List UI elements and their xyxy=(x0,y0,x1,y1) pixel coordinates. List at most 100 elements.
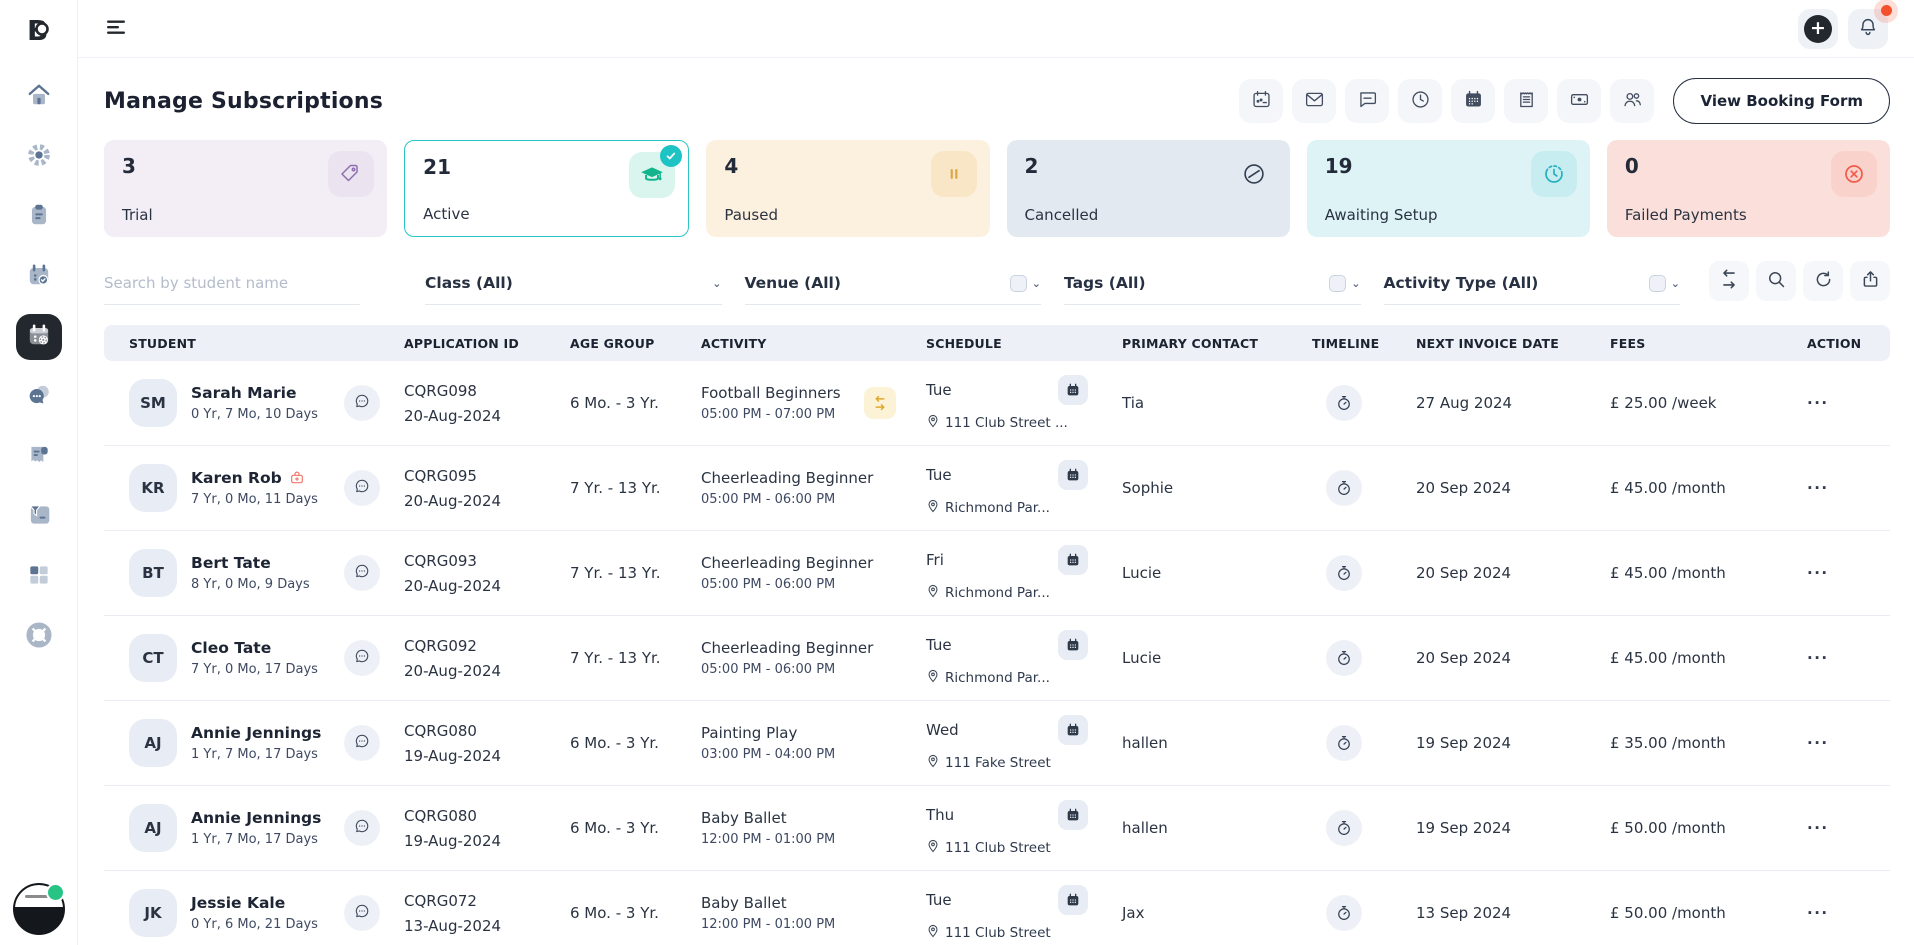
swap-columns-button[interactable] xyxy=(1709,261,1749,301)
row-actions-button[interactable]: ··· xyxy=(1748,649,1890,667)
message-button[interactable] xyxy=(1345,79,1389,123)
sidebar-item-messages[interactable] xyxy=(16,374,62,420)
activity-cell: Painting Play 03:00 PM - 04:00 PM xyxy=(698,724,926,762)
col-application-id: APPLICATION ID xyxy=(400,336,568,351)
location-pin-icon xyxy=(926,839,940,857)
search-button[interactable] xyxy=(1756,261,1796,301)
export-icon xyxy=(1860,269,1881,294)
calendar-button[interactable] xyxy=(1058,630,1088,660)
stat-card-failed-payments[interactable]: 0 Failed Payments xyxy=(1607,140,1890,237)
timeline-button[interactable] xyxy=(1326,470,1362,506)
application-id-cell: CQRG095 20-Aug-2024 xyxy=(400,467,568,510)
cash-payment-button[interactable] xyxy=(1557,79,1601,123)
add-button[interactable]: + xyxy=(1798,9,1838,49)
next-invoice-date-cell: 13 Sep 2024 xyxy=(1398,904,1580,922)
refresh-button[interactable] xyxy=(1803,261,1843,301)
awaiting-label: Awaiting Setup xyxy=(1325,206,1438,224)
calendar-button[interactable] xyxy=(1058,800,1088,830)
timeline-button[interactable] xyxy=(1326,385,1362,421)
row-actions-button[interactable]: ··· xyxy=(1748,394,1890,412)
sidebar-item-reports[interactable] xyxy=(16,494,62,540)
invoice-list-button[interactable] xyxy=(1504,79,1548,123)
calendar-button[interactable] xyxy=(1058,545,1088,575)
activity-type-filter[interactable]: Activity Type (All) ⌄ xyxy=(1384,274,1681,305)
chat-bubble-icon xyxy=(353,562,371,584)
view-booking-form-button[interactable]: View Booking Form xyxy=(1673,78,1890,124)
workspace-avatar[interactable] xyxy=(13,883,65,935)
export-button[interactable] xyxy=(1850,261,1890,301)
chat-button[interactable] xyxy=(344,640,380,676)
chat-bubble-icon xyxy=(353,902,371,924)
sidebar-item-home[interactable] xyxy=(16,74,62,120)
row-actions-button[interactable]: ··· xyxy=(1748,904,1890,922)
schedule-day: Tue xyxy=(926,381,952,399)
notifications-button[interactable] xyxy=(1848,9,1888,49)
next-invoice-date-cell: 19 Sep 2024 xyxy=(1398,734,1580,752)
calendar-subscriptions-icon xyxy=(26,322,52,352)
chat-button[interactable] xyxy=(344,895,380,931)
booking-calendar-button[interactable] xyxy=(1239,79,1283,123)
calendar-button[interactable] xyxy=(1058,375,1088,405)
row-actions-button[interactable]: ··· xyxy=(1748,479,1890,497)
sidebar-item-settings[interactable] xyxy=(16,134,62,180)
hamburger-menu-icon[interactable] xyxy=(104,15,128,43)
sidebar-item-help[interactable] xyxy=(16,614,62,660)
chat-button[interactable] xyxy=(344,555,380,591)
tags-select-all-checkbox[interactable] xyxy=(1329,275,1346,292)
sidebar-item-forms[interactable] xyxy=(16,194,62,240)
chat-button[interactable] xyxy=(344,470,380,506)
chevron-down-icon: ⌄ xyxy=(1032,277,1041,290)
venue-filter[interactable]: Venue (All) ⌄ xyxy=(745,274,1042,305)
attendees-button[interactable] xyxy=(1610,79,1654,123)
class-filter[interactable]: Class (All) ⌄ xyxy=(425,274,722,305)
sidebar-item-subscriptions[interactable] xyxy=(16,314,62,360)
student-age: 7 Yr, 0 Mo, 11 Days xyxy=(191,492,318,507)
timeline-button[interactable] xyxy=(1326,810,1362,846)
tags-filter[interactable]: Tags (All) ⌄ xyxy=(1064,274,1361,305)
calendar-button[interactable] xyxy=(1058,885,1088,915)
calendar-grid-icon xyxy=(1463,89,1484,114)
sidebar-item-apps[interactable] xyxy=(16,554,62,600)
schedule-day: Wed xyxy=(926,721,959,739)
mail-button[interactable] xyxy=(1292,79,1336,123)
trial-label: Trial xyxy=(122,206,153,224)
stat-card-cancelled[interactable]: 2 Cancelled xyxy=(1007,140,1290,237)
timeline-button[interactable] xyxy=(1326,725,1362,761)
chat-button[interactable] xyxy=(344,810,380,846)
activity-type-select-all-checkbox[interactable] xyxy=(1649,275,1666,292)
timeline-button[interactable] xyxy=(1326,555,1362,591)
chat-bubble-icon xyxy=(353,392,371,414)
chat-button[interactable] xyxy=(344,725,380,761)
sidebar-item-bookings[interactable] xyxy=(16,254,62,300)
schedule-venue: 111 Club Street xyxy=(945,840,1051,856)
clock-button[interactable] xyxy=(1398,79,1442,123)
stat-card-trial[interactable]: 3 Trial xyxy=(104,140,387,237)
row-actions-button[interactable]: ··· xyxy=(1748,734,1890,752)
pause-icon xyxy=(931,151,977,197)
check-badge-icon xyxy=(660,145,682,167)
schedule-venue: Richmond Par... xyxy=(945,585,1050,601)
age-group-cell: 6 Mo. - 3 Yr. xyxy=(568,734,698,752)
student-name: Jessie Kale xyxy=(191,894,285,912)
application-date: 20-Aug-2024 xyxy=(404,577,568,595)
fees-cell: £ 25.00 /week xyxy=(1580,394,1748,412)
calendar-button[interactable] xyxy=(1058,460,1088,490)
row-actions-button[interactable]: ··· xyxy=(1748,564,1890,582)
stat-card-awaiting-setup[interactable]: 19 Awaiting Setup xyxy=(1307,140,1590,237)
venue-select-all-checkbox[interactable] xyxy=(1010,275,1027,292)
chat-button[interactable] xyxy=(344,385,380,421)
calendar-button[interactable] xyxy=(1058,715,1088,745)
activity-cell: Cheerleading Beginner 05:00 PM - 06:00 P… xyxy=(698,639,926,677)
age-group-cell: 6 Mo. - 3 Yr. xyxy=(568,394,698,412)
search-input[interactable] xyxy=(104,274,360,292)
stat-card-paused[interactable]: 4 Paused xyxy=(706,140,989,237)
stat-card-active[interactable]: 21 Active xyxy=(404,140,689,237)
timeline-cell xyxy=(1312,895,1398,931)
row-actions-button[interactable]: ··· xyxy=(1748,819,1890,837)
sidebar-item-invoices[interactable] xyxy=(16,434,62,480)
timeline-button[interactable] xyxy=(1326,895,1362,931)
search-icon xyxy=(1766,269,1787,294)
calendar-grid-button[interactable] xyxy=(1451,79,1495,123)
fees-cell: £ 50.00 /month xyxy=(1580,819,1748,837)
timeline-button[interactable] xyxy=(1326,640,1362,676)
